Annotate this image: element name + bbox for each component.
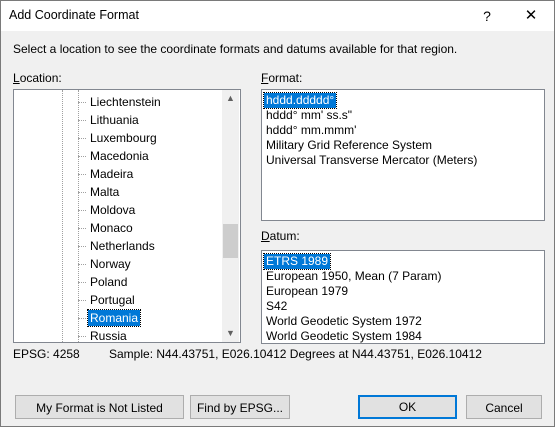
location-item[interactable]: Netherlands: [78, 237, 226, 255]
tree-connector: [78, 336, 86, 337]
cancel-button[interactable]: Cancel: [466, 395, 542, 419]
tree-connector: [78, 156, 86, 157]
tree-connector: [78, 174, 86, 175]
tree-connector: [78, 300, 86, 301]
datum-label-rest: atum:: [269, 229, 300, 243]
datum-label: Datum:: [261, 229, 300, 243]
location-item[interactable]: Romania: [78, 309, 226, 327]
tree-connector: [78, 246, 86, 247]
datum-label-accel: D: [261, 229, 270, 243]
scroll-thumb[interactable]: [223, 224, 238, 258]
format-item[interactable]: hddd° mm.mmm': [264, 123, 358, 138]
help-button[interactable]: ?: [465, 1, 509, 31]
location-item[interactable]: Madeira: [78, 165, 226, 183]
location-item-label: Russia: [90, 329, 127, 343]
scroll-up-icon[interactable]: ▲: [222, 90, 239, 107]
find-by-epsg-button[interactable]: Find by EPSG...: [190, 395, 290, 419]
tree-line: [62, 90, 63, 342]
dialog-title: Add Coordinate Format: [9, 8, 139, 22]
add-coordinate-format-dialog: Add Coordinate Format ? ✕ Select a locat…: [0, 0, 555, 427]
location-item[interactable]: Macedonia: [78, 147, 226, 165]
scroll-down-icon[interactable]: ▼: [222, 325, 239, 342]
location-item-label: Lithuania: [90, 113, 139, 127]
location-item-label: Romania: [86, 309, 142, 327]
datum-item[interactable]: World Geodetic System 1972: [264, 314, 424, 329]
epsg-code: EPSG: 4258: [13, 347, 80, 361]
tree-connector: [78, 228, 86, 229]
location-item-label: Monaco: [90, 221, 133, 235]
location-item-label: Malta: [90, 185, 120, 199]
my-format-not-listed-button[interactable]: My Format is Not Listed: [15, 395, 184, 419]
location-item[interactable]: Lithuania: [78, 111, 226, 129]
location-item-label: Macedonia: [90, 149, 149, 163]
location-label-accel: L: [13, 71, 20, 85]
tree-connector: [78, 210, 86, 211]
format-label: Format:: [261, 71, 302, 85]
tree-connector: [78, 318, 86, 319]
tree-connector: [78, 264, 86, 265]
location-item-label: Luxembourg: [90, 131, 157, 145]
format-list[interactable]: hddd.ddddd° hddd° mm' ss.s" hddd° mm.mmm' M…: [261, 89, 545, 221]
location-item-label: Moldova: [90, 203, 136, 217]
sample-coordinates: Sample: N44.43751, E026.10412 Degrees at…: [109, 347, 482, 361]
location-item-label: Portugal: [90, 293, 135, 307]
location-scrollbar[interactable]: ▲ ▼: [222, 90, 239, 342]
location-label-rest: ocation:: [19, 71, 62, 85]
location-item[interactable]: Poland: [78, 273, 226, 291]
tree-connector: [78, 120, 86, 121]
location-item[interactable]: Luxembourg: [78, 129, 226, 147]
datum-item[interactable]: S42: [264, 299, 289, 314]
format-item[interactable]: Universal Transverse Mercator (Meters): [264, 153, 479, 168]
location-item[interactable]: Malta: [78, 183, 226, 201]
location-tree[interactable]: Liechtenstein Lithuania Luxembourg Macedoni…: [13, 89, 241, 343]
location-label: Location:: [13, 71, 62, 85]
location-item-label: Netherlands: [90, 239, 155, 253]
format-item[interactable]: hddd.ddddd°: [262, 92, 338, 109]
datum-list[interactable]: ETRS 1989 European 1950, Mean (7 Param) Eu…: [261, 250, 545, 344]
format-label-rest: ormat:: [268, 71, 303, 85]
tree-connector: [78, 192, 86, 193]
instruction-text: Select a location to see the coordinate …: [13, 42, 458, 56]
location-item[interactable]: Moldova: [78, 201, 226, 219]
format-item[interactable]: Military Grid Reference System: [264, 138, 434, 153]
tree-connector: [78, 102, 86, 103]
datum-item[interactable]: ETRS 1989: [262, 253, 332, 270]
datum-item[interactable]: European 1950, Mean (7 Param): [264, 269, 443, 284]
datum-item[interactable]: World Geodetic System 1984: [264, 329, 424, 343]
datum-item[interactable]: European 1979: [264, 284, 350, 299]
tree-connector: [78, 282, 86, 283]
location-item-label: Madeira: [90, 167, 134, 181]
location-item[interactable]: Portugal: [78, 291, 226, 309]
location-item[interactable]: Liechtenstein: [78, 93, 226, 111]
ok-button[interactable]: OK: [358, 395, 457, 419]
location-item-label: Liechtenstein: [90, 95, 161, 109]
location-item-label: Poland: [90, 275, 128, 289]
location-item[interactable]: Russia: [78, 327, 226, 343]
close-button[interactable]: ✕: [509, 1, 553, 31]
location-item[interactable]: Monaco: [78, 219, 226, 237]
tree-connector: [78, 138, 86, 139]
location-item-label: Norway: [90, 257, 131, 271]
title-bar: Add Coordinate Format ? ✕: [1, 1, 554, 31]
location-item[interactable]: Norway: [78, 255, 226, 273]
format-item[interactable]: hddd° mm' ss.s": [264, 108, 354, 123]
